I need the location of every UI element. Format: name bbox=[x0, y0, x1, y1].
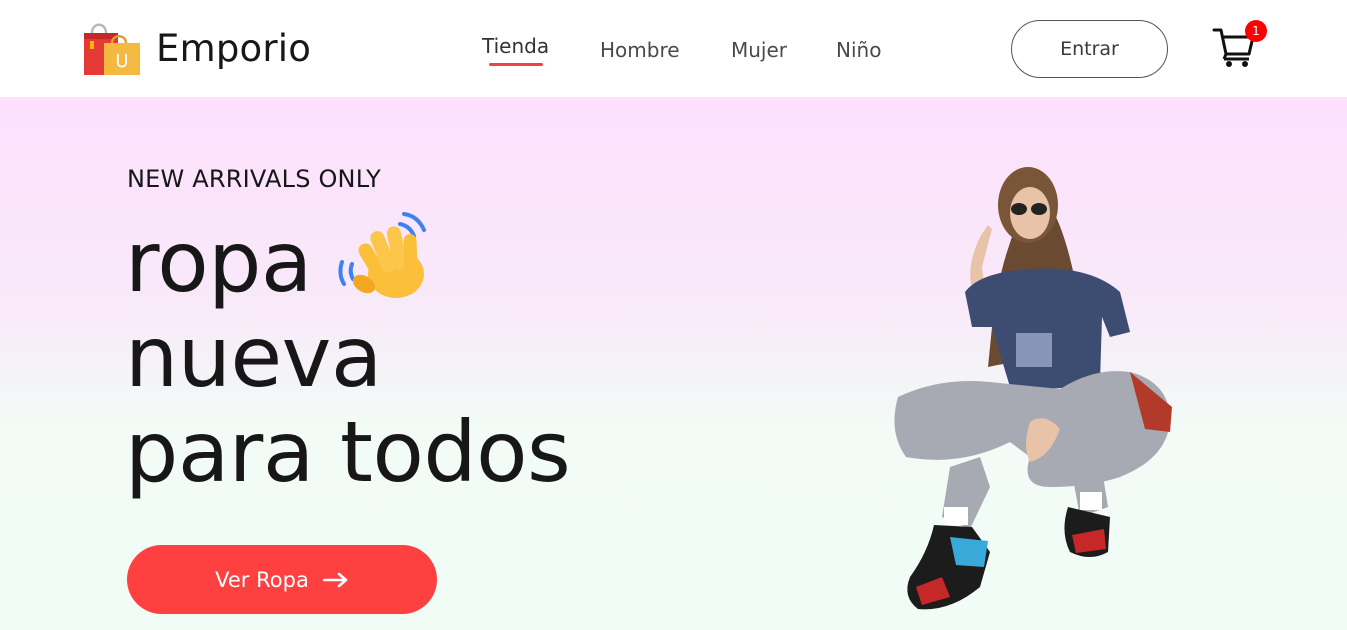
brand-logo[interactable]: U Emporio bbox=[82, 19, 311, 77]
nav-active-underline bbox=[489, 63, 543, 66]
logo-bag-letter: U bbox=[115, 51, 128, 72]
headline-line-1: ropa bbox=[125, 212, 570, 311]
hero-section: NEW ARRIVALS ONLY ropa nueva para todos … bbox=[0, 97, 1347, 630]
cta-label: Ver Ropa bbox=[215, 567, 309, 592]
headline-line-2: nueva bbox=[125, 308, 382, 406]
navbar: U Emporio Tienda Hombre Mujer Niño Entra… bbox=[0, 0, 1347, 97]
cart-count-badge: 1 bbox=[1245, 20, 1267, 42]
headline-word-ropa: ropa bbox=[125, 213, 312, 311]
arrow-right-icon bbox=[322, 572, 348, 587]
login-button[interactable]: Entrar bbox=[1011, 20, 1168, 78]
ver-ropa-button[interactable]: Ver Ropa bbox=[127, 545, 437, 614]
hero-headline: ropa nueva para todos bbox=[125, 212, 571, 501]
shopping-bags-icon: U bbox=[84, 23, 140, 75]
waving-hand-icon bbox=[338, 212, 426, 299]
nav-link-nino[interactable]: Niño bbox=[836, 38, 881, 62]
nav-link-tienda[interactable]: Tienda bbox=[482, 34, 549, 58]
hero-model-image bbox=[894, 167, 1172, 610]
brand-name: Emporio bbox=[156, 26, 312, 70]
nav-link-mujer[interactable]: Mujer bbox=[731, 38, 787, 62]
hero-eyebrow: NEW ARRIVALS ONLY bbox=[127, 165, 381, 193]
headline-line-3: para todos bbox=[125, 403, 571, 501]
nav-link-hombre[interactable]: Hombre bbox=[600, 38, 680, 62]
cart-button[interactable]: 1 bbox=[1211, 20, 1267, 68]
